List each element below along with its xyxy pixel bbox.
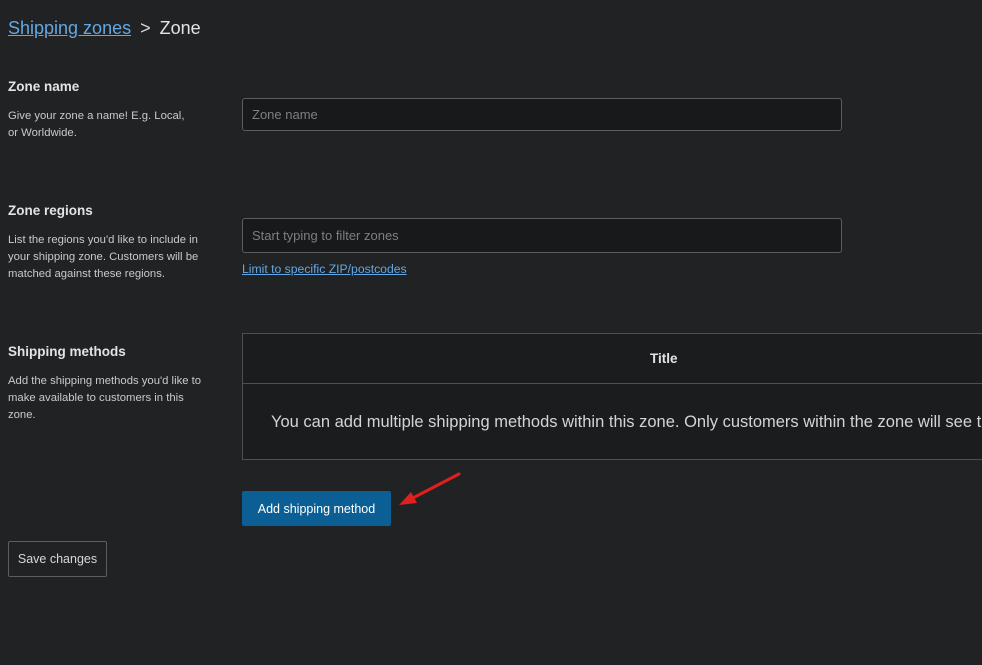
zone-regions-description: List the regions you'd like to include i… bbox=[8, 234, 199, 280]
red-arrow-icon bbox=[399, 472, 461, 505]
breadcrumb-current: Zone bbox=[159, 18, 201, 38]
zone-name-description: Give your zone a name! E.g. Local, or Wo… bbox=[8, 110, 185, 139]
table-empty-message: You can add multiple shipping methods wi… bbox=[271, 413, 982, 431]
shipping-methods-description: Add the shipping methods you'd like to m… bbox=[8, 375, 202, 421]
breadcrumb-separator: > bbox=[140, 18, 151, 38]
zone-regions-input[interactable] bbox=[242, 218, 842, 253]
breadcrumb-link-shipping-zones[interactable]: Shipping zones bbox=[8, 18, 131, 38]
limit-postcodes-link[interactable]: Limit to specific ZIP/postcodes bbox=[242, 262, 407, 276]
column-header-title: Title bbox=[650, 351, 678, 366]
zone-name-heading: Zone name bbox=[8, 79, 80, 94]
zone-regions-label-block: Zone regions List the regions you'd like… bbox=[8, 203, 208, 283]
shipping-methods-label-block: Shipping methods Add the shipping method… bbox=[8, 344, 208, 424]
zone-name-input[interactable] bbox=[242, 98, 842, 131]
add-shipping-method-button[interactable]: Add shipping method bbox=[242, 491, 391, 526]
table-header-row: Title bbox=[243, 334, 982, 384]
shipping-methods-heading: Shipping methods bbox=[8, 344, 126, 359]
zone-name-label-block: Zone name Give your zone a name! E.g. Lo… bbox=[8, 79, 208, 142]
zone-regions-heading: Zone regions bbox=[8, 203, 93, 218]
shipping-methods-table: Title You can add multiple shipping meth… bbox=[242, 333, 982, 460]
breadcrumb: Shipping zones > Zone bbox=[8, 17, 201, 39]
save-changes-button[interactable]: Save changes bbox=[8, 541, 107, 577]
